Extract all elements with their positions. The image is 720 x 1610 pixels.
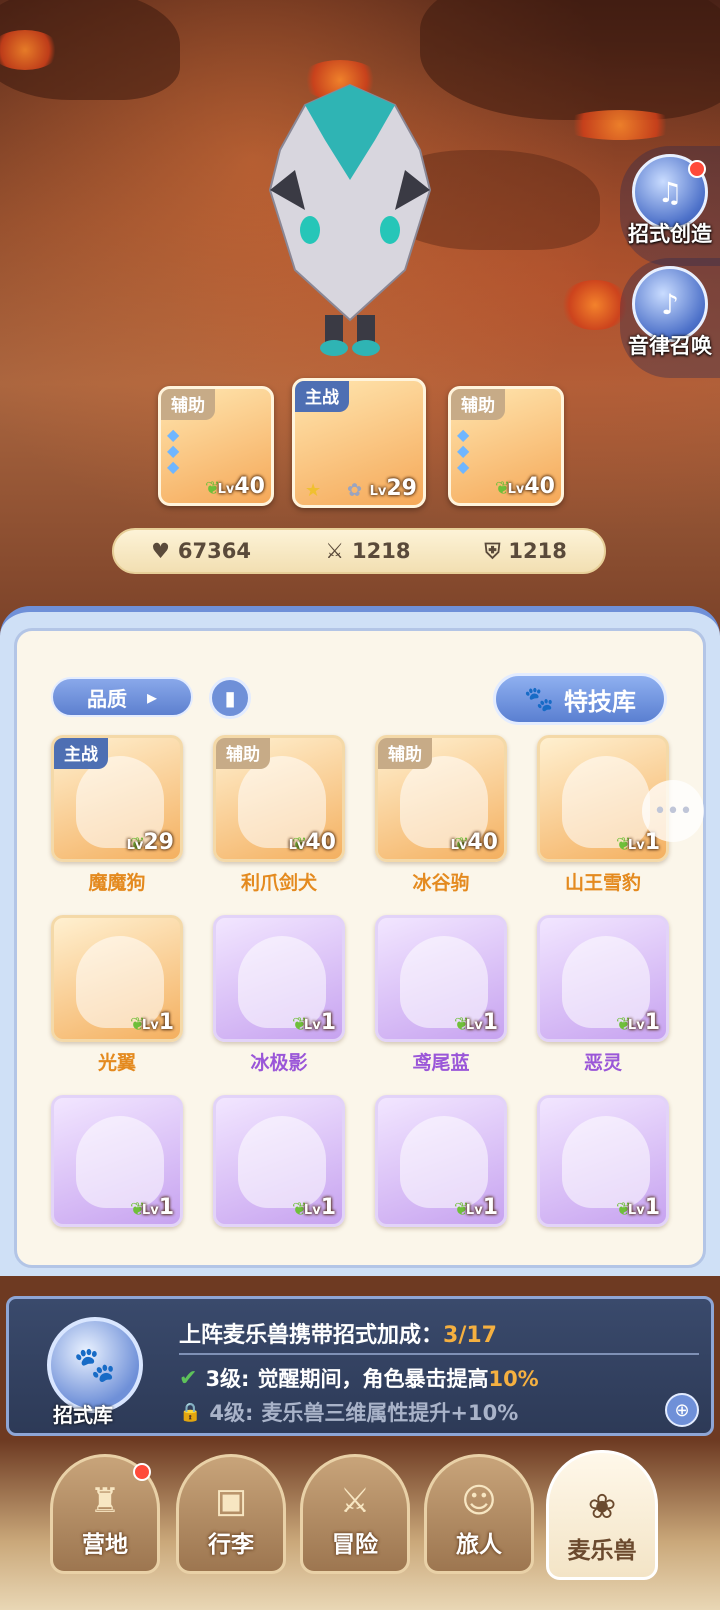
bonus-level-3: ✔ 3级: 觉醒期间，角色暴击提高10% xyxy=(179,1365,539,1392)
chat-bubble-button[interactable]: ••• xyxy=(642,780,704,842)
beast-card[interactable]: ❦ Lv1 冰极影 xyxy=(209,915,349,1075)
level-label: Lv1 xyxy=(627,1195,660,1220)
nav-tab-label: 营地 xyxy=(82,1532,128,1558)
traveler-icon: ☺ xyxy=(461,1481,497,1521)
role-tag: 主战 xyxy=(54,738,108,769)
team-stats-bar: ♥ 67364 ⚔ 1218 ⛨ 1218 xyxy=(112,528,606,574)
skill-bonus-panel: 🐾 招式库 上阵麦乐兽携带招式加成：3/17 ✔ 3级: 觉醒期间，角色暴击提高… xyxy=(6,1296,714,1436)
beast-card[interactable]: 辅助 ❦ Lv40 利爪剑犬 xyxy=(209,735,349,895)
nav-tab-label: 冒险 xyxy=(332,1532,378,1558)
team-slot-main[interactable]: 主战 ★ ✿ Lv29 xyxy=(292,378,426,508)
handbook-button[interactable]: ▮ xyxy=(209,677,251,719)
notification-dot xyxy=(133,1463,151,1481)
bottom-navigation: ♜ 营地 ▣ 行李 ⚔ 冒险 ☺ 旅人 ❀ 麦乐兽 xyxy=(0,1440,720,1610)
star-icon: ★ xyxy=(305,480,322,501)
bonus-level-4: 🔒 4级: 麦乐兽三维属性提升+10% xyxy=(179,1401,519,1425)
swords-icon: ⚔ xyxy=(339,1481,371,1521)
check-icon: ✔ xyxy=(179,1365,198,1391)
zoom-details-button[interactable]: ⊕ xyxy=(665,1393,699,1427)
nav-tab-3[interactable]: ☺ 旅人 xyxy=(424,1454,534,1574)
beast-card[interactable]: 辅助 ❦ Lv40 冰谷驹 xyxy=(371,735,511,895)
flower-icon: ✿ xyxy=(347,480,363,501)
level-label: Lv1 xyxy=(303,1195,336,1220)
magnifier-icon: ⊕ xyxy=(674,1399,690,1421)
beast-portrait: 辅助 ❦ Lv40 xyxy=(375,735,507,862)
beast-portrait: ❦ Lv1 xyxy=(213,915,345,1042)
beast-icon: ❀ xyxy=(587,1487,617,1527)
paw-icon: 🐾 xyxy=(524,685,554,713)
nav-tab-2[interactable]: ⚔ 冒险 xyxy=(300,1454,410,1574)
beast-portrait: ❦ Lv1 xyxy=(375,915,507,1042)
beast-collection-panel: 品质 ▸ ▮ 🐾 特技库 主战 ❦ Lv29 魔魔狗 辅助 ❦ Lv40 利爪剑犬 辅助 ❦ Lv4… xyxy=(0,606,720,1276)
skill-library-button[interactable]: 🐾 特技库 xyxy=(493,673,667,725)
beast-card[interactable]: ❦ Lv1 xyxy=(209,1095,349,1255)
notification-dot xyxy=(688,160,706,178)
level-label: Lv1 xyxy=(303,1010,336,1035)
chevron-right-icon: ▸ xyxy=(146,685,158,709)
beast-portrait: 主战 ❦ Lv29 xyxy=(51,735,183,862)
level-label: Lv1 xyxy=(141,1195,174,1220)
shield-icon: ⛨ xyxy=(484,538,501,563)
beast-portrait: ❦ Lv1 xyxy=(51,915,183,1042)
beast-name: 利爪剑犬 xyxy=(240,872,317,894)
beast-name: 冰极影 xyxy=(250,1052,308,1074)
level-label: Lv40 xyxy=(450,830,498,855)
nav-tab-4[interactable]: ❀ 麦乐兽 xyxy=(546,1450,658,1580)
role-tag: 辅助 xyxy=(216,738,270,769)
beast-name: 鸢尾蓝 xyxy=(412,1052,470,1074)
beast-card[interactable]: ❦ Lv1 xyxy=(533,1095,673,1255)
bonus-title: 上阵麦乐兽携带招式加成：3/17 xyxy=(179,1323,497,1348)
level-label: Lv29 xyxy=(126,830,174,855)
skill-create-button[interactable]: ♫ 招式创造 xyxy=(620,146,720,266)
beast-portrait: ❦ Lv1 xyxy=(537,1095,669,1227)
star-rank: ◆ ◆ ◆ xyxy=(457,425,470,476)
beast-name: 冰谷驹 xyxy=(412,872,470,894)
beast-card[interactable]: ❦ Lv1 光翼 xyxy=(47,915,187,1075)
role-tag: 辅助 xyxy=(378,738,432,769)
paw-icon: 🐾 xyxy=(73,1345,117,1385)
heart-icon: ♥ xyxy=(151,539,170,563)
beast-portrait: ❦ Lv1 xyxy=(375,1095,507,1227)
beast-name: 山王雪豹 xyxy=(564,872,641,894)
beast-card[interactable]: 主战 ❦ Lv29 魔魔狗 xyxy=(47,735,187,895)
star-rank: ◆ ◆ ◆ xyxy=(167,425,180,476)
beast-name: 恶灵 xyxy=(583,1052,622,1074)
level-label: Lv40 xyxy=(288,830,336,855)
beast-card[interactable]: ❦ Lv1 xyxy=(47,1095,187,1255)
nav-tab-label: 旅人 xyxy=(456,1532,502,1558)
nav-tab-label: 行李 xyxy=(208,1532,254,1558)
level-label: Lv1 xyxy=(465,1010,498,1035)
backpack-icon: ▣ xyxy=(214,1481,248,1521)
beast-name: 魔魔狗 xyxy=(88,872,146,894)
beast-card[interactable]: ❦ Lv1 鸢尾蓝 xyxy=(371,915,511,1075)
level-label: Lv1 xyxy=(141,1010,174,1035)
crossed-swords-icon: ⚔ xyxy=(325,539,345,563)
team-slot-support-left[interactable]: 辅助 ◆ ◆ ◆ ❦ Lv40 xyxy=(158,386,274,506)
active-beast-model xyxy=(268,83,432,356)
castle-icon: ♜ xyxy=(89,1481,121,1521)
beast-portrait: 辅助 ❦ Lv40 xyxy=(213,735,345,862)
lock-icon: 🔒 xyxy=(179,1401,202,1423)
divider xyxy=(179,1353,699,1355)
beast-name: 光翼 xyxy=(97,1052,136,1074)
beast-card[interactable]: ❦ Lv1 xyxy=(371,1095,511,1255)
level-label: Lv1 xyxy=(627,1010,660,1035)
quality-filter-button[interactable]: 品质 ▸ xyxy=(51,677,193,717)
melody-summon-button[interactable]: ♪ 音律召唤 xyxy=(620,258,720,378)
nav-tab-label: 麦乐兽 xyxy=(567,1538,637,1564)
beast-portrait: ❦ Lv1 xyxy=(51,1095,183,1227)
chat-icon: ••• xyxy=(653,798,693,824)
team-slot-support-right[interactable]: 辅助 ◆ ◆ ◆ ❦ Lv40 xyxy=(448,386,564,506)
beast-card[interactable]: ❦ Lv1 恶灵 xyxy=(533,915,673,1075)
beast-portrait: ❦ Lv1 xyxy=(537,915,669,1042)
level-label: Lv1 xyxy=(465,1195,498,1220)
nav-tab-0[interactable]: ♜ 营地 xyxy=(50,1454,160,1574)
beast-portrait: ❦ Lv1 xyxy=(213,1095,345,1227)
book-icon: ▮ xyxy=(224,686,236,710)
nav-tab-1[interactable]: ▣ 行李 xyxy=(176,1454,286,1574)
